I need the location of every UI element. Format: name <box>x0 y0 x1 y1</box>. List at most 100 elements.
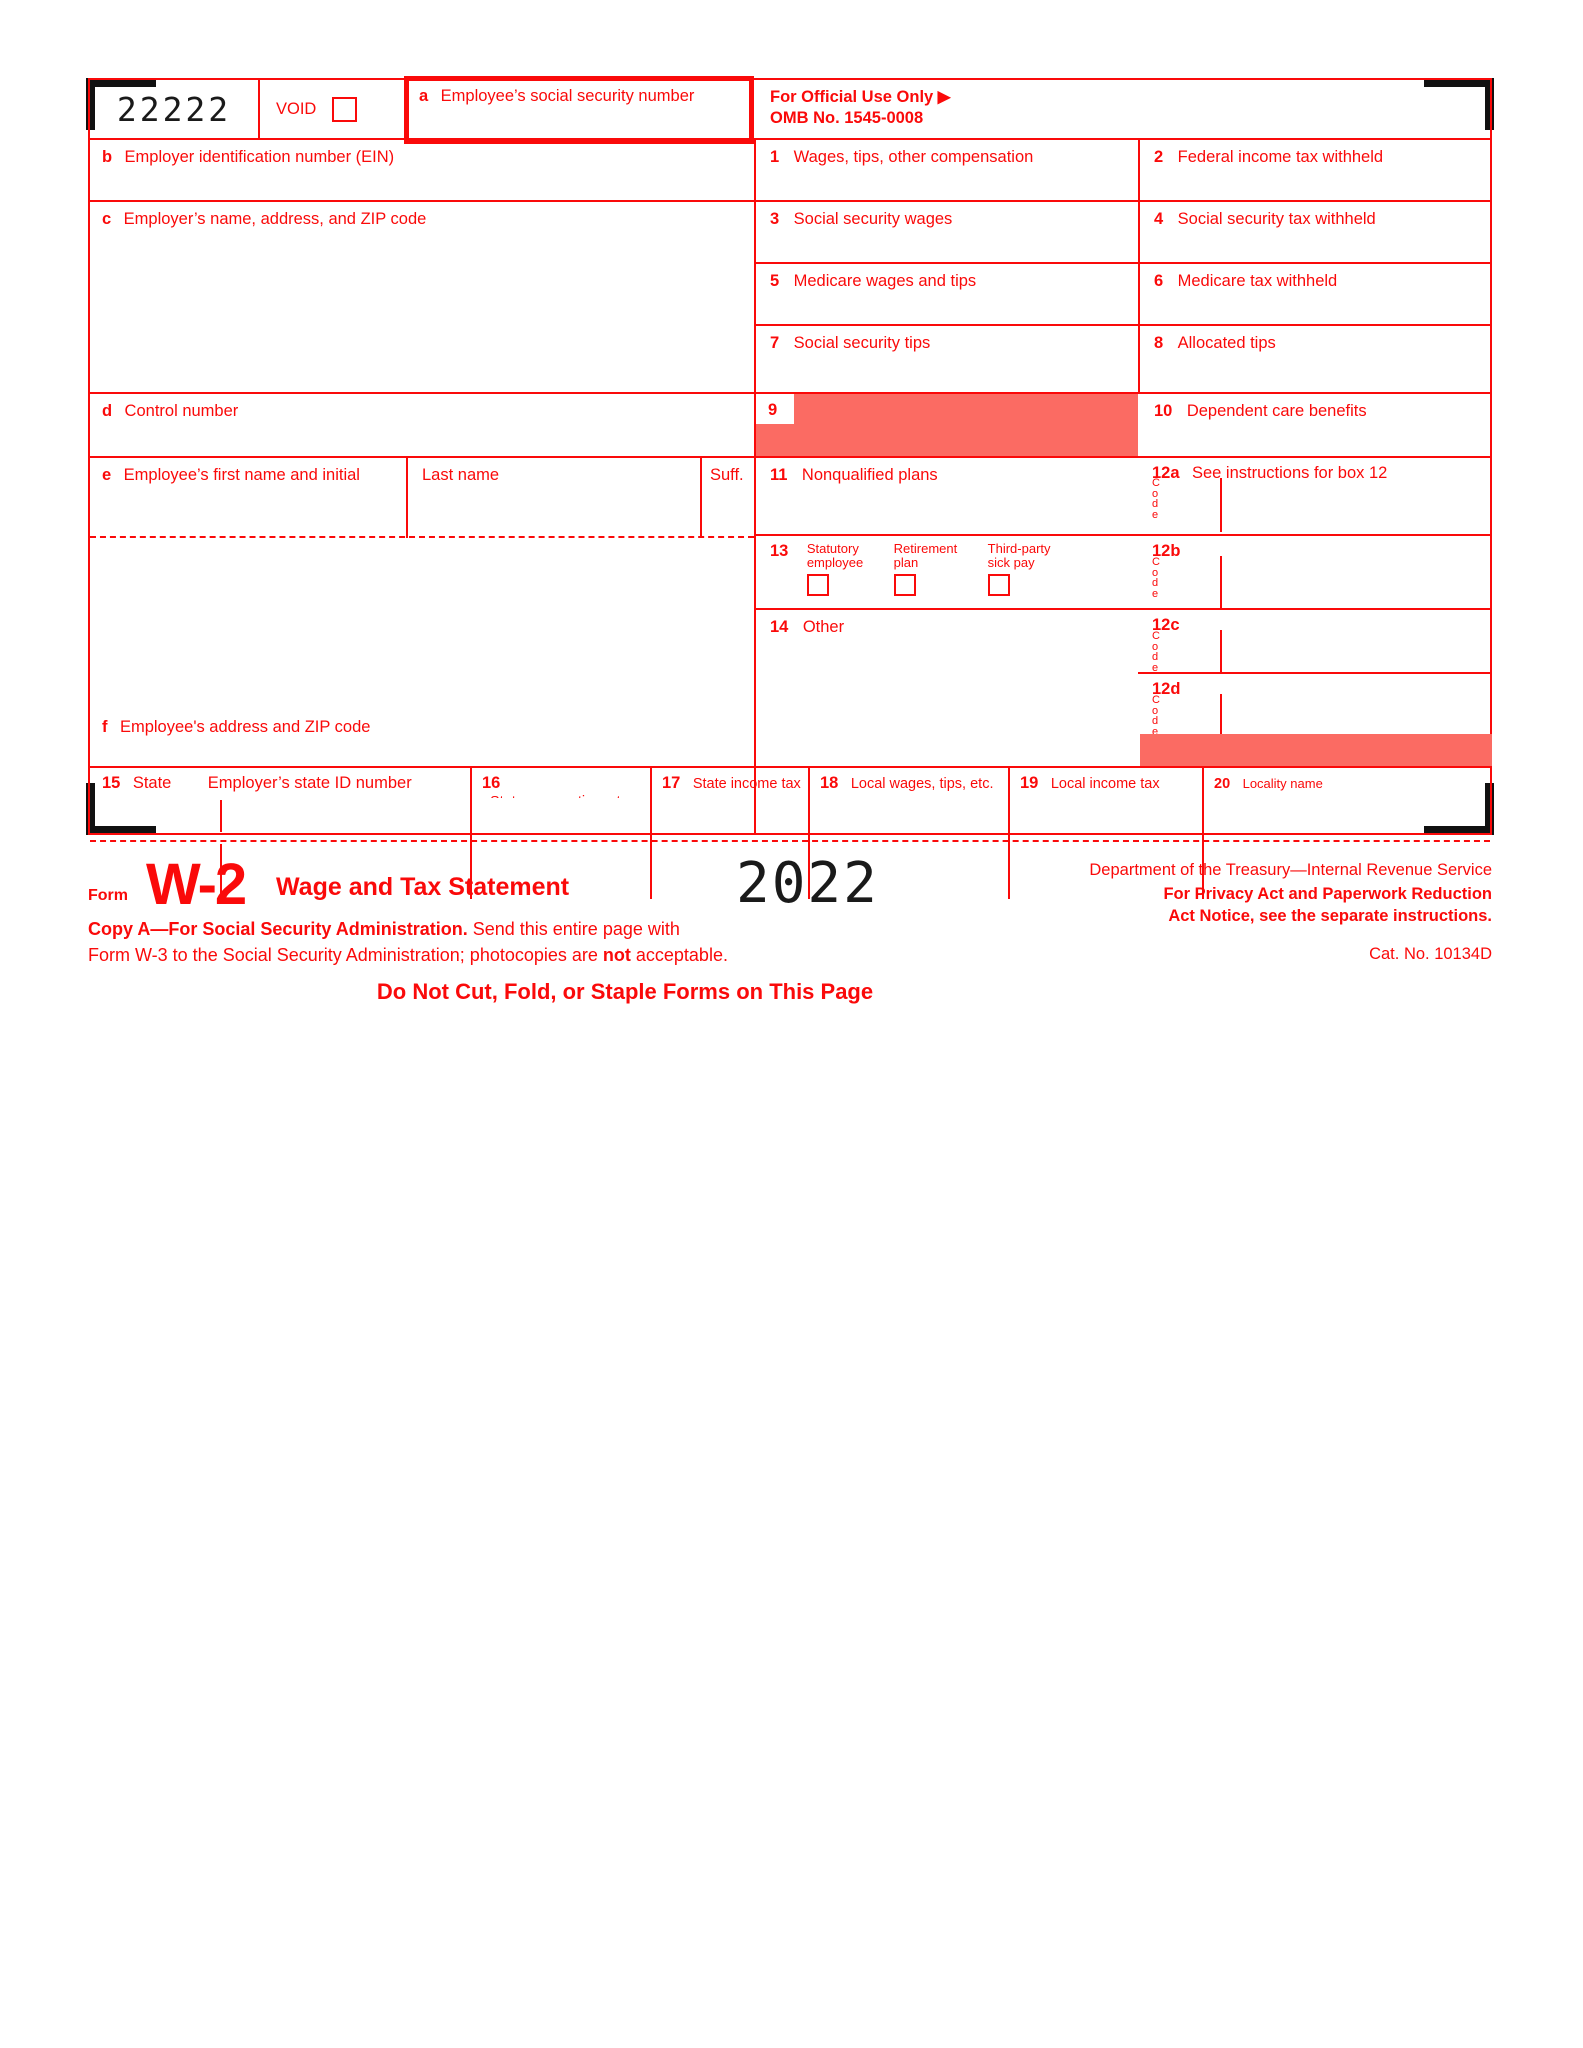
box-c-letter: c <box>102 210 112 228</box>
box-6-number: 6 <box>1154 272 1164 290</box>
box-16-number: 16 <box>482 774 501 792</box>
code-letter-c: C <box>1152 630 1160 642</box>
form-footer: Form W-2 Wage and Tax Statement 2022 Dep… <box>88 845 1492 1005</box>
box-13-statutory-line1: Statutory <box>806 541 859 556</box>
box-19-number: 19 <box>1020 774 1039 792</box>
box-5-medicare-wages[interactable]: 5 Medicare wages and tips <box>756 264 1138 324</box>
footer-form-word: Form <box>88 887 128 904</box>
box-c-employer[interactable]: c Employer’s name, address, and ZIP code <box>90 202 754 392</box>
official-use-label: For Official Use Only ▶ <box>770 88 951 106</box>
box-2-federal-tax[interactable]: 2 Federal income tax withheld <box>1140 140 1490 200</box>
box-15-employer-state-id-label: Employer’s state ID number <box>207 774 412 792</box>
box-12c-code-label: C o d e <box>1152 631 1162 673</box>
footer-title-row: Form W-2 Wage and Tax Statement 2022 Dep… <box>88 845 1492 925</box>
box-12c[interactable]: 12c <box>1140 610 1490 672</box>
box-19-label: Local income tax <box>1050 776 1160 792</box>
box-12d-code-label: C o d e <box>1152 695 1162 737</box>
control-number-sample-text: 22222 <box>116 89 232 129</box>
box-11-nonqualified-plans[interactable]: 11 Nonqualified plans <box>756 458 1138 534</box>
code-letter-d: d <box>1152 651 1159 663</box>
box-14-number: 14 <box>770 618 789 636</box>
box-1-wages[interactable]: 1 Wages, tips, other compensation <box>756 140 1138 200</box>
footer-copy-rest: Send this entire page with <box>467 919 680 939</box>
box-e-first-name[interactable]: e Employee’s first name and initial <box>90 458 406 512</box>
state-row-dashed-separator <box>90 840 1490 842</box>
box-a-letter: a <box>419 87 429 105</box>
box-14-label: Other <box>802 618 845 636</box>
box-12d-shaded-strip <box>1140 734 1492 766</box>
box-10-dependent-care[interactable]: 10 Dependent care benefits <box>1140 394 1490 456</box>
code-letter-e: e <box>1152 587 1159 600</box>
box-12b[interactable]: 12b <box>1140 536 1490 608</box>
box-18-number: 18 <box>820 774 839 792</box>
box-b-ein[interactable]: b Employer identification number (EIN) <box>90 140 754 200</box>
box-16-state-wages[interactable]: 16 State wages, tips, etc. <box>472 768 650 798</box>
footer-form-title: Wage and Tax Statement <box>276 873 570 901</box>
box-d-control-number[interactable]: d Control number <box>90 394 754 456</box>
box-18-local-wages[interactable]: 18 Local wages, tips, etc. <box>810 768 1008 798</box>
box-f-label: Employee's address and ZIP code <box>119 718 371 736</box>
box-2-label: Federal income tax withheld <box>1177 148 1384 166</box>
footer-do-not-cut-notice: Do Not Cut, Fold, or Staple Forms on Thi… <box>376 979 874 1004</box>
footer-copy-bold: Copy A—For Social Security Administratio… <box>88 919 468 939</box>
box-13-retirement-checkbox[interactable] <box>893 574 916 596</box>
box-13-statutory-employee[interactable]: Statutory employee <box>806 541 863 601</box>
void-box[interactable]: VOID <box>258 80 404 138</box>
box-18-label: Local wages, tips, etc. <box>850 776 994 792</box>
box-a-ssn[interactable]: a Employee’s social security number <box>404 76 754 144</box>
box-13-retirement-plan[interactable]: Retirement plan <box>893 542 957 601</box>
box-20-locality-name[interactable]: 20 Locality name <box>1204 768 1490 798</box>
box-14-other[interactable]: 14 Other <box>756 610 1138 738</box>
box-e-letter: e <box>102 466 112 484</box>
footer-copy-line2-a: Form W-3 to the Social Security Administ… <box>88 945 603 965</box>
box-12a[interactable]: 12a See instructions for box 12 <box>1140 458 1490 534</box>
name-row-dashed-separator <box>90 536 754 538</box>
box-e-suffix-label: Suff. <box>710 466 744 484</box>
box-7-label: Social security tips <box>793 334 931 352</box>
box-f-employee-address[interactable]: f Employee's address and ZIP code <box>90 708 754 766</box>
box-2-number: 2 <box>1154 148 1164 166</box>
box-d-label: Control number <box>124 402 239 420</box>
box-6-label: Medicare tax withheld <box>1177 272 1338 290</box>
void-label: VOID <box>276 100 317 118</box>
box-e-suffix[interactable]: Suff. <box>702 458 754 512</box>
footer-copy-line1: Copy A—For Social Security Administratio… <box>88 919 680 940</box>
footer-copy-line2-b: acceptable. <box>630 945 728 965</box>
box-7-ss-tips[interactable]: 7 Social security tips <box>756 326 1138 392</box>
box-3-ss-wages[interactable]: 3 Social security wages <box>756 202 1138 262</box>
box-10-label: Dependent care benefits <box>1186 402 1367 420</box>
box-13-checkboxes[interactable]: 13 Statutory employee Retirement plan Th… <box>756 536 1138 608</box>
box-13-third-party-sick-pay[interactable]: Third-party sick pay <box>987 542 1051 601</box>
code-letter-d: d <box>1152 577 1159 589</box>
box-11-label: Nonqualified plans <box>801 466 938 484</box>
box-b-label: Employer identification number (EIN) <box>124 148 395 166</box>
box-20-number: 20 <box>1214 776 1231 792</box>
box-17-state-income-tax[interactable]: 17 State income tax <box>652 768 808 798</box>
code-letter-c: C <box>1152 477 1160 489</box>
box-9: 9 <box>756 394 1138 456</box>
box-16-label: State wages, tips, etc. <box>490 794 632 798</box>
footer-cat-no: Cat. No. 10134D <box>1369 945 1492 963</box>
box-13-thirdparty-checkbox[interactable] <box>987 574 1010 596</box>
box-12d[interactable]: 12d <box>1140 674 1490 732</box>
box-e-last-name-label: Last name <box>422 466 500 484</box>
box-6-medicare-tax[interactable]: 6 Medicare tax withheld <box>1140 264 1490 324</box>
footer-copy-line2: Form W-3 to the Social Security Administ… <box>88 945 728 966</box>
box-4-label: Social security tax withheld <box>1177 210 1376 228</box>
box-15-state[interactable]: 15 State Employer’s state ID number <box>90 768 470 798</box>
box-15-number: 15 <box>102 774 121 792</box>
box-19-local-income-tax[interactable]: 19 Local income tax <box>1010 768 1202 798</box>
box-8-label: Allocated tips <box>1177 334 1276 352</box>
box-9-number: 9 <box>768 401 778 419</box>
w2-form-page: 22222 VOID a Employee’s social security … <box>0 0 1583 2048</box>
box-8-allocated-tips[interactable]: 8 Allocated tips <box>1140 326 1490 392</box>
box-e-last-name[interactable]: Last name <box>408 458 746 512</box>
footer-privacy-line1: For Privacy Act and Paperwork Reduction <box>1163 885 1492 903</box>
void-checkbox[interactable] <box>332 96 358 122</box>
box-4-ss-tax[interactable]: 4 Social security tax withheld <box>1140 202 1490 262</box>
box-12c-code-divider <box>1220 630 1222 672</box>
box-11-number: 11 <box>770 466 788 484</box>
omb-box: For Official Use Only ▶ OMB No. 1545-000… <box>756 80 1490 138</box>
footer-copy-row: Copy A—For Social Security Administratio… <box>88 919 1492 971</box>
box-13-statutory-checkbox[interactable] <box>806 574 829 596</box>
